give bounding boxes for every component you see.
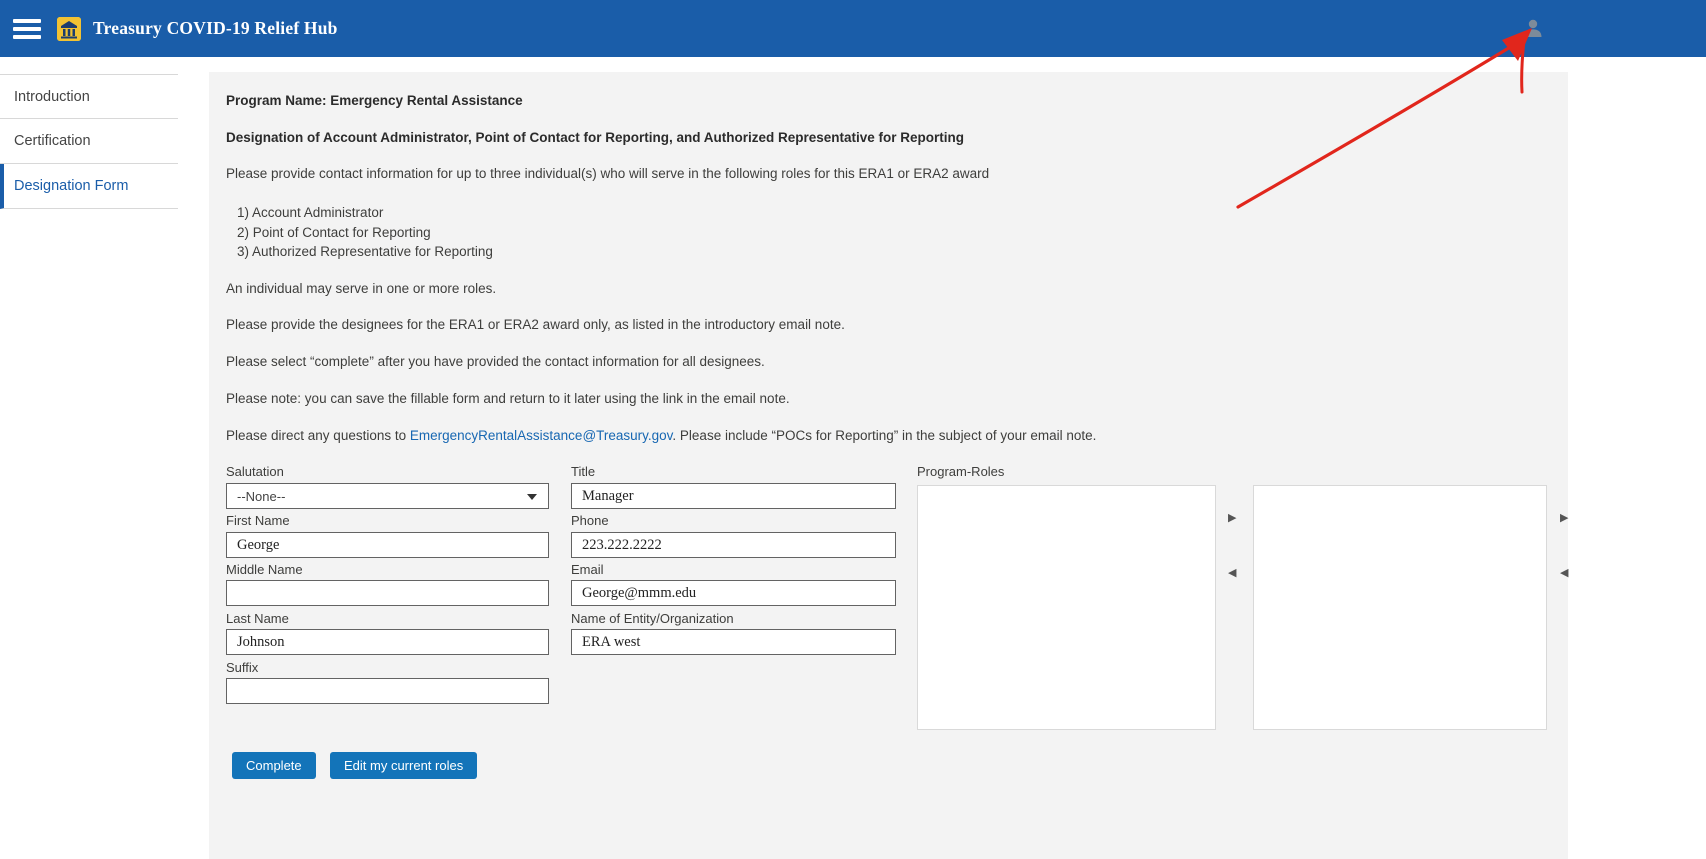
role-list-item: 2) Point of Contact for Reporting bbox=[237, 225, 431, 240]
salutation-select[interactable]: --None-- bbox=[226, 483, 549, 509]
middle-name-label: Middle Name bbox=[226, 562, 303, 577]
role-list-item: 1) Account Administrator bbox=[237, 205, 383, 220]
salutation-label: Salutation bbox=[226, 464, 284, 479]
sidebar-item-designation-form[interactable]: Designation Form bbox=[0, 164, 178, 209]
sidebar-item-introduction[interactable]: Introduction bbox=[0, 74, 178, 119]
complete-button[interactable]: Complete bbox=[232, 752, 316, 779]
questions-email-link[interactable]: EmergencyRentalAssistance@Treasury.gov bbox=[410, 428, 673, 443]
questions-before: Please direct any questions to bbox=[226, 428, 410, 443]
dropdown-caret-icon bbox=[527, 494, 537, 500]
program-name-text: Program Name: Emergency Rental Assistanc… bbox=[226, 93, 523, 108]
note-complete: Please select “complete” after you have … bbox=[226, 354, 765, 369]
secondary-move-left-button[interactable]: ◀ bbox=[1560, 568, 1568, 579]
note-one-or-more: An individual may serve in one or more r… bbox=[226, 281, 496, 296]
app-header: Treasury COVID-19 Relief Hub bbox=[0, 0, 1706, 57]
first-name-label: First Name bbox=[226, 513, 290, 528]
questions-text: Please direct any questions to Emergency… bbox=[226, 428, 1096, 443]
program-roles-label: Program-Roles bbox=[917, 464, 1004, 479]
move-left-button[interactable]: ◀ bbox=[1228, 568, 1236, 579]
edit-roles-button[interactable]: Edit my current roles bbox=[330, 752, 477, 779]
last-name-input[interactable] bbox=[226, 629, 549, 655]
organization-input[interactable] bbox=[571, 629, 896, 655]
phone-label: Phone bbox=[571, 513, 609, 528]
treasury-logo bbox=[57, 17, 81, 41]
first-name-input[interactable] bbox=[226, 532, 549, 558]
suffix-input[interactable] bbox=[226, 678, 549, 704]
suffix-label: Suffix bbox=[226, 660, 258, 675]
secondary-move-right-button[interactable]: ▶ bbox=[1560, 513, 1568, 524]
salutation-selected-value: --None-- bbox=[227, 489, 285, 504]
sidebar-item-label: Certification bbox=[0, 133, 91, 149]
title-input[interactable] bbox=[571, 483, 896, 509]
note-designees: Please provide the designees for the ERA… bbox=[226, 317, 845, 332]
email-input[interactable] bbox=[571, 580, 896, 606]
menu-icon[interactable] bbox=[13, 19, 41, 39]
phone-input[interactable] bbox=[571, 532, 896, 558]
sidebar-item-label: Introduction bbox=[0, 89, 90, 105]
note-save: Please note: you can save the fillable f… bbox=[226, 391, 790, 406]
form-heading: Designation of Account Administrator, Po… bbox=[226, 130, 964, 145]
sidebar-item-label: Designation Form bbox=[4, 178, 128, 194]
designation-form-panel: Program Name: Emergency Rental Assistanc… bbox=[209, 72, 1568, 859]
middle-name-input[interactable] bbox=[226, 580, 549, 606]
sidebar-nav: Introduction Certification Designation F… bbox=[0, 57, 207, 859]
last-name-label: Last Name bbox=[226, 611, 289, 626]
app-title: Treasury COVID-19 Relief Hub bbox=[93, 18, 338, 39]
user-icon[interactable] bbox=[1522, 17, 1544, 39]
title-label: Title bbox=[571, 464, 595, 479]
program-roles-selected-list[interactable] bbox=[1253, 485, 1547, 730]
questions-after: . Please include “POCs for Reporting” in… bbox=[672, 428, 1096, 443]
program-roles-available-list[interactable] bbox=[917, 485, 1216, 730]
email-label: Email bbox=[571, 562, 604, 577]
page: Treasury COVID-19 Relief Hub Introductio… bbox=[0, 0, 1706, 859]
role-list-item: 3) Authorized Representative for Reporti… bbox=[237, 244, 493, 259]
intro-text: Please provide contact information for u… bbox=[226, 166, 989, 181]
organization-label: Name of Entity/Organization bbox=[571, 611, 734, 626]
move-right-button[interactable]: ▶ bbox=[1228, 513, 1236, 524]
sidebar-item-certification[interactable]: Certification bbox=[0, 119, 178, 164]
